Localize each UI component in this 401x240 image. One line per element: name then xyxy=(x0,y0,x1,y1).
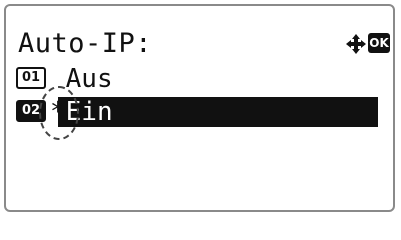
header-row: Auto-IP: OK xyxy=(18,26,390,62)
lcd-panel: Auto-IP: OK 01 Aus 02 *Ein xyxy=(4,4,395,212)
ok-key-icon[interactable]: OK xyxy=(368,33,390,53)
option-item-aus[interactable]: 01 Aus xyxy=(16,64,378,94)
option-number-badge: 01 xyxy=(16,67,46,89)
screen-title: Auto-IP: xyxy=(18,28,153,59)
selection-cursor-ring xyxy=(39,86,79,140)
option-value: Aus xyxy=(65,64,113,94)
four-way-arrow-icon[interactable] xyxy=(345,33,367,55)
